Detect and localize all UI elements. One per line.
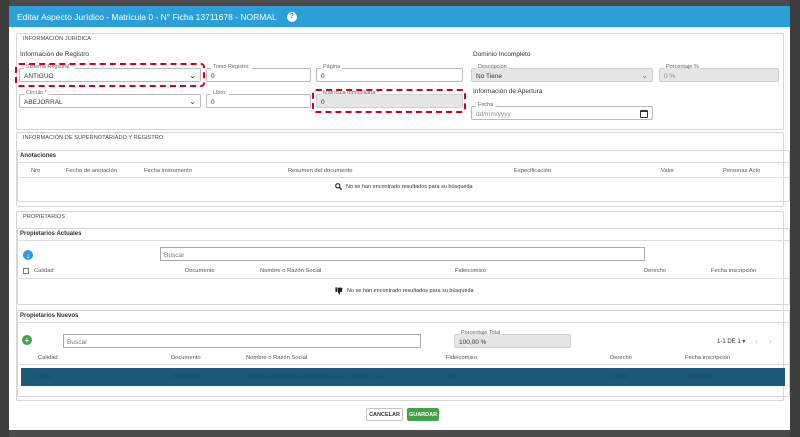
volume-registry-value: 0	[211, 73, 215, 80]
backdrop-left	[0, 0, 9, 437]
current-owners-search-input[interactable]: Buscar	[160, 247, 645, 261]
row-date: 01/01/2020	[686, 374, 714, 380]
current-owners-search-placeholder: Buscar	[164, 252, 185, 259]
prev-page-icon[interactable]: ‹	[755, 337, 758, 346]
col-nro: Nro	[31, 168, 41, 174]
row-right: 100.00	[611, 374, 628, 380]
chevron-down-icon: ⌄	[641, 71, 648, 80]
col-right: Derecho	[610, 355, 632, 361]
annotations-empty: No se han encontrado resultados para su …	[335, 183, 473, 190]
row-trust: NO	[448, 374, 457, 380]
select-all-checkbox[interactable]	[23, 268, 29, 274]
percentage-field: Porcentaje % 0 %	[659, 64, 779, 82]
page-value: 0	[321, 73, 325, 80]
circle-value: ABEJORRAL	[24, 99, 63, 106]
annotations-panel	[17, 150, 790, 202]
date-label: Fecha	[476, 102, 496, 108]
help-icon[interactable]: ?	[286, 11, 297, 22]
chevron-down-icon: ⌄	[189, 97, 196, 106]
table-row[interactable]: Dueño 890900608 CONSTRUCCIONES E INMUEBL…	[21, 368, 785, 386]
circle-label: Circulo *	[24, 90, 49, 96]
registry-info-title: Información de Registro	[20, 51, 90, 58]
new-owners-search-placeholder: Buscar	[67, 339, 88, 346]
new-owners-title: Propietarios Nuevos	[20, 313, 79, 319]
current-owners-empty: No se han encontrado resultados para su …	[335, 287, 474, 295]
current-owners-empty-text: No se han encontrado resultados para su …	[347, 288, 474, 294]
date-placeholder: dd/mm/yyyy	[476, 111, 511, 118]
download-icon[interactable]: ↓	[23, 250, 33, 260]
percentage-value: 0 %	[664, 73, 676, 80]
col-registration-date: Fecha inscripción	[711, 268, 757, 274]
col-document-summary: Resumen del documento	[288, 168, 353, 174]
col-trust: Fideicomiso	[455, 268, 486, 274]
divider	[17, 322, 790, 323]
col-value: Valor	[661, 168, 675, 174]
col-name: Nombre o Razón Social	[246, 355, 308, 361]
pagination-label[interactable]: 1-1 DE 1 ▾	[717, 338, 745, 345]
volume-registry-label: Tomo Registro:	[211, 64, 252, 70]
col-specification: Especificación	[514, 168, 552, 174]
book-label: Libro:	[211, 90, 229, 96]
opening-info-title: Información de Apertura	[473, 88, 543, 95]
col-document: Documento	[185, 268, 215, 274]
calendar-icon[interactable]	[640, 110, 648, 118]
highlight-registry-system	[15, 63, 205, 87]
add-icon[interactable]: +	[22, 335, 32, 345]
highlight-property-registration	[312, 89, 466, 113]
page-field[interactable]: Página 0	[316, 64, 463, 82]
col-trust: Fideicomiso	[446, 355, 477, 361]
search-icon	[335, 183, 342, 190]
col-quality: Calidad	[38, 355, 58, 361]
current-owners-title: Propietarios Actuales	[20, 231, 82, 237]
divider	[17, 240, 790, 241]
pagination-text: 1-1 DE 1	[717, 339, 741, 345]
total-percentage-field: Porcentaje Total 100,00 %	[454, 330, 571, 348]
divider	[17, 278, 790, 279]
save-button[interactable]: GUARDAR	[407, 408, 439, 421]
backdrop-right	[790, 0, 800, 437]
book-field[interactable]: Libro: 0	[206, 90, 311, 108]
total-percentage-value: 100,00 %	[459, 339, 487, 346]
volume-registry-field[interactable]: Tomo Registro: 0	[206, 64, 311, 82]
circle-select[interactable]: Circulo * ABEJORRAL ⌄	[19, 90, 201, 108]
legal-info-title: INFORMACIÓN JURÍDICA	[23, 36, 91, 42]
cancel-button[interactable]: CANCELAR	[366, 408, 403, 421]
thumbs-down-icon	[335, 287, 343, 295]
col-document: Documento	[171, 355, 201, 361]
new-owners-search-input[interactable]: Buscar	[63, 334, 421, 348]
col-annotation-date: Fecha de anotación	[66, 168, 117, 174]
description-select: Descripción No Tiene ⌄	[471, 64, 653, 82]
col-persons-act: Personas Acto	[723, 168, 761, 174]
next-page-icon[interactable]: ›	[769, 337, 772, 346]
col-registration-date: Fecha inscripción	[685, 355, 731, 361]
incomplete-domain-title: Dominio Incompleto	[473, 51, 531, 58]
annotations-title: Anotaciones	[20, 153, 57, 159]
annotations-empty-text: No se han encontrado resultados para su …	[346, 183, 473, 190]
edit-legal-aspect-modal: Editar Aspecto Jurídico - Matricula 0 - …	[9, 6, 790, 430]
row-document: 890900608	[171, 374, 199, 380]
book-value: 0	[211, 99, 215, 106]
divider	[17, 177, 790, 178]
divider	[17, 364, 790, 365]
col-name: Nombre o Razón Social	[260, 268, 322, 274]
col-quality: Calidad	[34, 268, 54, 274]
col-instrument-date: Fecha instrumento	[144, 168, 193, 174]
date-field[interactable]: Fecha dd/mm/yyyy	[471, 102, 653, 120]
percentage-label: Porcentaje %	[664, 64, 701, 70]
divider	[17, 162, 790, 163]
row-quality: Dueño	[36, 374, 53, 380]
modal-header: Editar Aspecto Jurídico - Matricula 0 - …	[9, 6, 790, 27]
col-right: Derecho	[644, 268, 666, 274]
row-name: CONSTRUCCIONES E INMUEBLES DEL NORTE S.A…	[246, 374, 387, 380]
supernotariado-title: INFORMACIÓN DE SUPERNOTARIADO Y REGISTRO	[23, 135, 164, 141]
total-percentage-label: Porcentaje Total	[459, 330, 503, 336]
owners-title: PROPIETARIOS	[23, 214, 66, 220]
description-label: Descripción	[476, 64, 509, 70]
description-value: No Tiene	[476, 73, 503, 80]
chevron-down-icon: ▾	[742, 339, 746, 345]
page-label: Página	[321, 64, 343, 70]
modal-title: Editar Aspecto Jurídico - Matricula 0 - …	[17, 11, 277, 22]
